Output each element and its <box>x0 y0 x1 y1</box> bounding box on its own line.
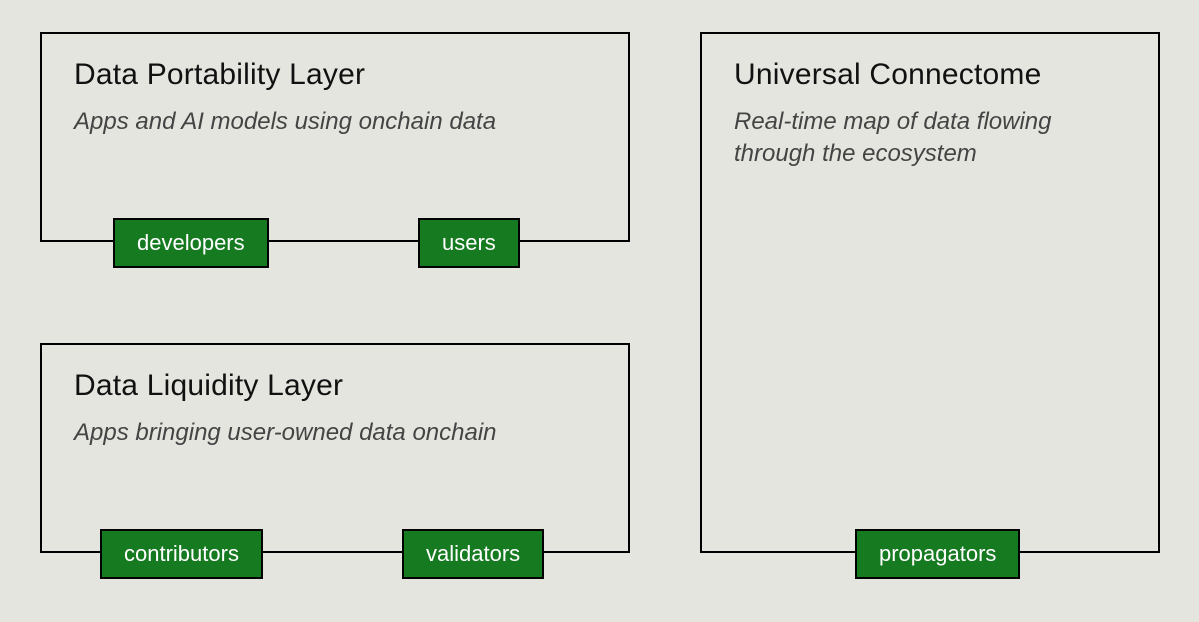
diagram-canvas: Data Portability Layer Apps and AI model… <box>0 0 1199 622</box>
tag-propagators: propagators <box>855 529 1020 579</box>
panel-portability-desc: Apps and AI models using onchain data <box>74 106 596 138</box>
panel-liquidity-title: Data Liquidity Layer <box>74 369 596 403</box>
tag-users: users <box>418 218 520 268</box>
panel-portability-title: Data Portability Layer <box>74 58 596 92</box>
tag-contributors: contributors <box>100 529 263 579</box>
panel-liquidity-desc: Apps bringing user-owned data onchain <box>74 417 596 449</box>
tag-validators: validators <box>402 529 544 579</box>
panel-liquidity: Data Liquidity Layer Apps bringing user-… <box>40 343 630 553</box>
panel-connectome: Universal Connectome Real-time map of da… <box>700 32 1160 553</box>
panel-portability: Data Portability Layer Apps and AI model… <box>40 32 630 242</box>
panel-connectome-desc: Real-time map of data flowing through th… <box>734 106 1126 171</box>
panel-connectome-title: Universal Connectome <box>734 58 1126 92</box>
tag-developers: developers <box>113 218 269 268</box>
